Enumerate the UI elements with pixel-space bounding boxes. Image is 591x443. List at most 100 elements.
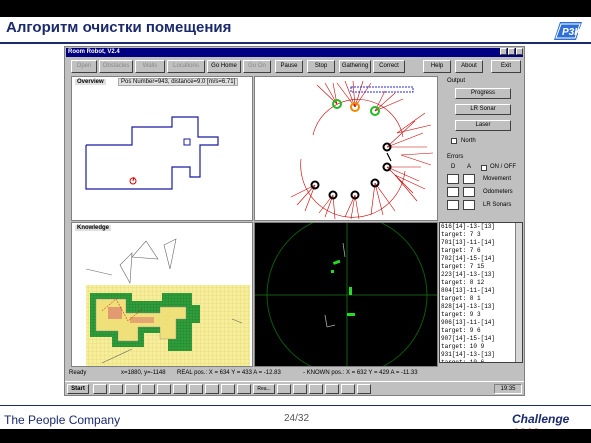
- locations-button[interactable]: Locations: [167, 60, 205, 73]
- status-bar: Ready x=1880, y=-1148 REAL pos.: X = 634…: [67, 368, 524, 378]
- log-lines: 616[14]-13-[13] target: 7 3 701[13]-11-[14…: [440, 223, 522, 362]
- log-line[interactable]: target: 9 6: [440, 327, 522, 335]
- log-line[interactable]: 701[13]-11-[14]: [440, 239, 522, 247]
- log-line[interactable]: target: 8 12: [440, 279, 522, 287]
- minimize-button[interactable]: [500, 48, 507, 55]
- log-line[interactable]: target: 9 3: [440, 311, 522, 319]
- taskbar-item[interactable]: [277, 384, 291, 394]
- status-ready: Ready: [69, 370, 87, 376]
- about-button[interactable]: About: [455, 60, 483, 73]
- log-scrollbar[interactable]: [515, 223, 522, 362]
- radar-view: [255, 223, 437, 366]
- obstacles-button[interactable]: Obstacles: [99, 60, 133, 73]
- window-titlebar: Room Robot, V2.4: [66, 48, 523, 57]
- taskbar-item[interactable]: [205, 384, 219, 394]
- log-line[interactable]: target: 7 6: [440, 247, 522, 255]
- col-a-label: A: [467, 164, 472, 170]
- footer-page-number: 24/32: [284, 413, 310, 424]
- status-coords: x=1880, y=-1148: [121, 370, 166, 376]
- log-line[interactable]: target: 7 3: [440, 231, 522, 239]
- north-label: North: [461, 138, 476, 144]
- log-line[interactable]: 804[13]-11-[14]: [440, 287, 522, 295]
- maximize-button[interactable]: [508, 48, 515, 55]
- help-button[interactable]: Help: [423, 60, 451, 73]
- movement-a-box: [463, 174, 475, 184]
- walls-button[interactable]: Walls: [135, 60, 165, 73]
- movement-d-box: [447, 174, 459, 184]
- taskbar-item[interactable]: [341, 384, 355, 394]
- overview-panel: Overview Pos Number=943, distance=9.0 [m…: [71, 76, 253, 221]
- log-line[interactable]: target: 10 6: [440, 359, 522, 362]
- log-line[interactable]: target: 10 9: [440, 343, 522, 351]
- log-line[interactable]: 906[13]-11-[14]: [440, 319, 522, 327]
- lr-sonars-a-box: [463, 200, 475, 210]
- title-rule: [0, 42, 591, 44]
- go-home-button[interactable]: Go Home: [207, 60, 241, 73]
- log-line[interactable]: 828[14]-13-[13]: [440, 303, 522, 311]
- taskbar: Start Rea... 19:35: [65, 381, 524, 395]
- taskbar-item[interactable]: [109, 384, 123, 394]
- open-button[interactable]: Open: [71, 60, 97, 73]
- log-line[interactable]: 702[14]-15-[14]: [440, 255, 522, 263]
- toolbar: Open Obstacles Walls Locations Go Home G…: [67, 59, 524, 75]
- stop-button[interactable]: Stop: [307, 60, 335, 73]
- errors-group-label: Errors: [447, 154, 464, 160]
- bottom-bar: [0, 429, 591, 443]
- on-off-label: ON / OFF: [490, 164, 516, 170]
- sonar-panel: [254, 76, 438, 221]
- log-line[interactable]: 931[14]-13-[13]: [440, 351, 522, 359]
- company-logo-icon: P3K: [554, 22, 582, 40]
- start-button[interactable]: Start: [67, 384, 89, 394]
- log-line[interactable]: target: 8 1: [440, 295, 522, 303]
- svg-text:P3K: P3K: [562, 27, 582, 38]
- taskbar-item[interactable]: [221, 384, 235, 394]
- knowledge-map: [85, 238, 250, 366]
- sonar-view: [290, 80, 434, 220]
- radar-panel: [254, 222, 438, 367]
- taskbar-item[interactable]: [325, 384, 339, 394]
- knowledge-panel: Knowledge: [71, 222, 253, 367]
- laser-button[interactable]: Laser: [455, 120, 511, 131]
- close-button[interactable]: [516, 48, 523, 55]
- taskbar-item[interactable]: [309, 384, 323, 394]
- footer-rule: [0, 405, 591, 406]
- log-line[interactable]: target: 7 15: [440, 263, 522, 271]
- taskbar-item[interactable]: [141, 384, 155, 394]
- taskbar-item[interactable]: [237, 384, 251, 394]
- correct-button[interactable]: Correct: [373, 60, 405, 73]
- lr-sonars-d-box: [447, 200, 459, 210]
- taskbar-item[interactable]: [93, 384, 107, 394]
- taskbar-item[interactable]: [157, 384, 171, 394]
- top-bar: [0, 0, 591, 17]
- taskbar-item[interactable]: [189, 384, 203, 394]
- taskbar-item[interactable]: [125, 384, 139, 394]
- footer-brand-word: Challenge: [512, 412, 570, 426]
- pause-button[interactable]: Pause: [275, 60, 303, 73]
- taskbar-clock: 19:35: [494, 384, 522, 394]
- status-known-pos: - KNOWN pos.: X = 632 Y = 429 A = -11.33: [303, 370, 418, 376]
- taskbar-item[interactable]: [173, 384, 187, 394]
- on-off-checkbox[interactable]: [481, 165, 487, 171]
- col-d-label: D: [451, 164, 456, 170]
- window-controls: [500, 48, 523, 55]
- progress-button[interactable]: Progress: [455, 88, 511, 99]
- log-line[interactable]: 616[14]-13-[13]: [440, 223, 522, 231]
- odometers-a-box: [463, 187, 475, 197]
- log-line[interactable]: 223[14]-13-[13]: [440, 271, 522, 279]
- log-line[interactable]: 907[14]-15-[14]: [440, 335, 522, 343]
- overview-map: [85, 116, 219, 190]
- exit-button[interactable]: Exit: [491, 60, 521, 73]
- lr-sonar-button[interactable]: LR Sonar: [455, 104, 511, 115]
- log-listbox[interactable]: 616[14]-13-[13] target: 7 3 701[13]-11-[14…: [439, 222, 523, 363]
- north-checkbox[interactable]: [451, 138, 457, 144]
- go-on-button[interactable]: Go On: [243, 60, 271, 73]
- gathering-button[interactable]: Gathering: [339, 60, 371, 73]
- lr-sonars-label: LR Sonars: [483, 202, 512, 208]
- room-robot-window: Room Robot, V2.4 Open Obstacles Walls Lo…: [64, 46, 525, 396]
- odometers-d-box: [447, 187, 459, 197]
- odometers-label: Odometers: [483, 189, 513, 195]
- taskbar-item[interactable]: Rea...: [253, 384, 275, 394]
- taskbar-item[interactable]: [357, 384, 371, 394]
- taskbar-item[interactable]: [293, 384, 307, 394]
- movement-label: Movement: [483, 176, 512, 182]
